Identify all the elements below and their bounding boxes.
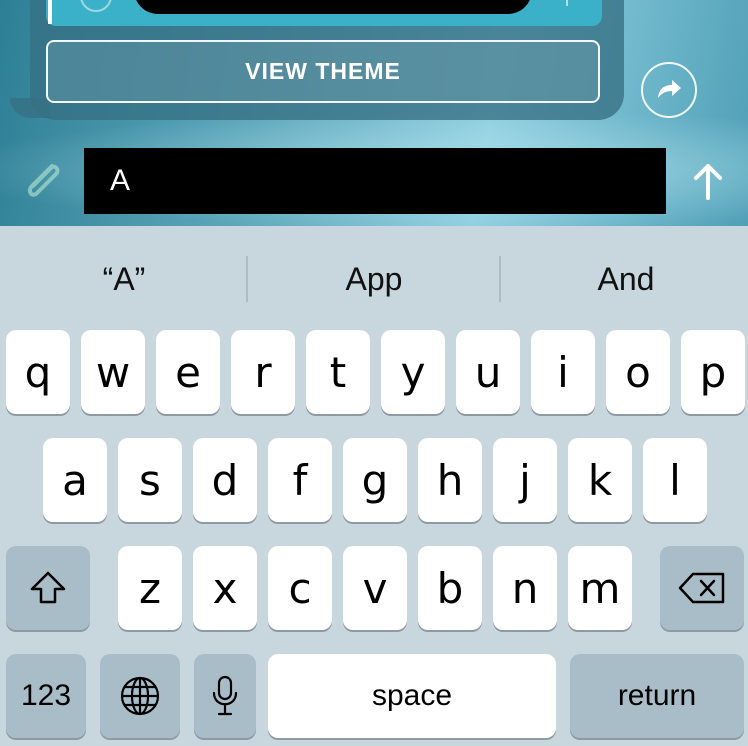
view-theme-button[interactable]: VIEW THEME (46, 40, 600, 103)
key-v[interactable]: v (343, 546, 407, 630)
key-j[interactable]: j (493, 438, 557, 522)
preview-divider (48, 0, 52, 24)
message-input[interactable]: A (84, 148, 666, 214)
key-n[interactable]: n (493, 546, 557, 630)
suggestion-quoted[interactable]: “A” (0, 226, 248, 332)
key-w[interactable]: w (81, 330, 145, 414)
key-x[interactable]: x (193, 546, 257, 630)
microphone-icon (212, 675, 238, 716)
key-p[interactable]: p (681, 330, 745, 414)
key-q[interactable]: q (6, 330, 70, 414)
key-t[interactable]: t (306, 330, 370, 414)
globe-icon (120, 676, 160, 716)
key-a[interactable]: a (43, 438, 107, 522)
key-o[interactable]: o (606, 330, 670, 414)
key-b[interactable]: b (418, 546, 482, 630)
key-y[interactable]: y (381, 330, 445, 414)
key-s[interactable]: s (118, 438, 182, 522)
key-m[interactable]: m (568, 546, 632, 630)
suggestion-app[interactable]: App (250, 226, 498, 332)
key-e[interactable]: e (156, 330, 220, 414)
key-i[interactable]: i (531, 330, 595, 414)
key-z[interactable]: z (118, 546, 182, 630)
key-d[interactable]: d (193, 438, 257, 522)
key-f[interactable]: f (268, 438, 332, 522)
space-key[interactable]: space (268, 654, 556, 738)
delete-icon (678, 572, 725, 604)
suggestion-and[interactable]: And (502, 226, 748, 332)
suggestion-divider (499, 256, 501, 302)
keyboard: “A” App And q w e r t y u i o p a s d f … (0, 226, 748, 746)
shift-key[interactable] (6, 546, 90, 630)
key-r[interactable]: r (231, 330, 295, 414)
suggestion-divider (246, 256, 248, 302)
chat-area: VIEW THEME A (0, 0, 748, 226)
key-h[interactable]: h (418, 438, 482, 522)
key-g[interactable]: g (343, 438, 407, 522)
key-k[interactable]: k (568, 438, 632, 522)
microphone-key[interactable] (194, 654, 256, 738)
numbers-key[interactable]: 123 (6, 654, 86, 738)
key-c[interactable]: c (268, 546, 332, 630)
key-l[interactable]: l (643, 438, 707, 522)
preview-plus-icon (566, 0, 568, 6)
return-key[interactable]: return (570, 654, 744, 738)
share-button[interactable] (641, 62, 697, 118)
preview-pill (134, 0, 532, 14)
key-u[interactable]: u (456, 330, 520, 414)
share-arrow-icon (658, 80, 681, 98)
paperclip-icon[interactable] (18, 156, 68, 208)
shift-icon (30, 571, 66, 604)
globe-key[interactable] (100, 654, 180, 738)
delete-key[interactable] (660, 546, 744, 630)
send-arrow-icon[interactable] (688, 160, 728, 202)
